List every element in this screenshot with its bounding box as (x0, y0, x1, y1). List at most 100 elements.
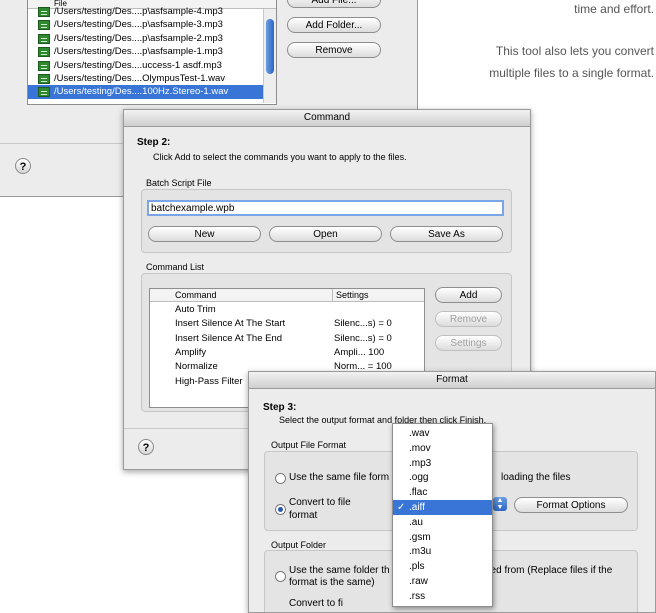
audio-file-icon (38, 33, 50, 44)
audio-file-icon (38, 20, 50, 31)
format-menu-label: .m3u (409, 546, 432, 558)
file-list-row[interactable]: /Users/testing/Des....p\asfsample-4.mp3 (28, 5, 263, 19)
format-menu-item[interactable]: .wav (393, 426, 492, 441)
file-path: /Users/testing/Des....uccess-1 asdf.mp3 (54, 59, 222, 71)
same-format-label: Use the same file form (289, 472, 390, 483)
format-window-title: Format (249, 372, 655, 389)
save-as-button[interactable]: Save As (390, 226, 503, 242)
audio-file-icon (38, 47, 50, 58)
convert-format-label-1: Convert to file (289, 497, 351, 508)
format-menu-item[interactable]: .mov (393, 441, 492, 456)
file-list-scrollbar[interactable] (263, 9, 276, 103)
command-window-title: Command (124, 110, 530, 127)
marketing-line-1: time and effort. (574, 2, 654, 16)
format-menu-item[interactable]: .gsm (393, 530, 492, 545)
file-path: /Users/testing/Des....100Hz.Stereo-1.wav (54, 86, 229, 98)
open-script-button[interactable]: Open (269, 226, 382, 242)
same-format-radio[interactable] (275, 473, 286, 484)
audio-file-icon (38, 74, 50, 84)
audio-file-icon (38, 60, 50, 71)
command-list-row[interactable]: Insert Silence At The End Silenc...s) = 0 (150, 332, 424, 346)
file-path: /Users/testing/Des....p\asfsample-4.mp3 (54, 6, 223, 17)
same-folder-label-b: ded from (Replace files if the (485, 565, 613, 576)
format-options-button[interactable]: Format Options (514, 497, 628, 513)
file-path: /Users/testing/Des....p\asfsample-3.mp3 (54, 19, 223, 31)
new-script-button[interactable]: New (148, 226, 261, 242)
command-list-row[interactable]: Amplify Ampli... 100 (150, 346, 424, 360)
audio-file-icon (38, 87, 50, 98)
file-path: /Users/testing/Des....p\asfsample-1.mp3 (54, 46, 223, 58)
batch-script-input[interactable]: batchexample.wpb (147, 200, 504, 216)
command-list-row[interactable]: Auto Trim (150, 303, 424, 317)
command-settings-button[interactable]: Settings (435, 335, 502, 351)
marketing-line-3: multiple files to a single format. (489, 66, 654, 80)
remove-command-button[interactable]: Remove (435, 311, 502, 327)
convert-format-label-2: format (289, 510, 318, 521)
command-name: Amplify (175, 346, 207, 358)
batch-script-group (141, 189, 512, 253)
format-menu-item[interactable]: .ogg (393, 470, 492, 485)
command-list-header: Command Settings (150, 289, 424, 302)
batch-script-label: Batch Script File (146, 178, 212, 188)
file-path: /Users/testing/Des....p\asfsample-2.mp3 (54, 32, 223, 44)
files-help-button[interactable]: ? (15, 158, 31, 174)
file-list-row[interactable]: /Users/testing/Des....p\asfsample-2.mp3 (28, 32, 263, 46)
checkmark-icon: ✓ (397, 502, 406, 513)
add-file-button[interactable]: Add File... (287, 0, 381, 8)
format-popup-menu[interactable]: .wav .mov .mp3 .ogg .flac ✓ .aiff .au .gsm .m3u .p… (392, 423, 493, 607)
format-menu-item[interactable]: .m3u (393, 544, 492, 559)
format-menu-item[interactable]: .flac (393, 485, 492, 500)
step-2-description: Click Add to select the commands you wan… (153, 152, 407, 162)
command-name: Insert Silence At The Start (175, 318, 286, 330)
command-list-row[interactable]: Insert Silence At The Start Silenc...s) =… (150, 317, 424, 331)
format-menu-item[interactable]: .raw (393, 574, 492, 589)
format-menu-label: .gsm (409, 531, 431, 543)
format-menu-label: .aiff (409, 502, 425, 513)
file-path: /Users/testing/Des....OlympusTest-1.wav (54, 73, 226, 84)
format-menu-label: .raw (409, 576, 428, 587)
format-menu-label: .mp3 (409, 457, 432, 469)
command-name: High-Pass Filter (175, 375, 243, 387)
file-list-row[interactable]: /Users/testing/Des....uccess-1 asdf.mp3 (28, 59, 263, 73)
command-name: Insert Silence At The End (175, 332, 283, 344)
same-folder-radio[interactable] (275, 571, 286, 582)
add-folder-button[interactable]: Add Folder... (287, 17, 381, 33)
audio-file-icon (38, 7, 50, 17)
output-folder-label: Output Folder (271, 540, 327, 550)
command-name: Normalize (175, 361, 218, 373)
step-2-title: Step 2: (137, 137, 171, 148)
convert-format-radio[interactable] (275, 504, 286, 515)
file-list-row[interactable]: /Users/testing/Des....OlympusTest-1.wav (28, 72, 263, 86)
marketing-line-2: This tool also lets you convert (495, 44, 654, 58)
format-menu-label: .au (409, 516, 423, 528)
format-menu-item[interactable]: .pls (393, 559, 492, 574)
same-folder-label-a: Use the same folder th (289, 565, 390, 576)
format-menu-label: .pls (409, 561, 425, 573)
file-list-row[interactable]: /Users/testing/Des....100Hz.Stereo-1.wav (28, 85, 263, 100)
file-list-row[interactable]: /Users/testing/Des....p\asfsample-1.mp3 (28, 45, 263, 59)
command-help-button[interactable]: ? (138, 439, 154, 455)
command-settings-value: Silenc...s) = 0 (334, 332, 392, 344)
command-list-label: Command List (146, 262, 205, 272)
format-menu-item[interactable]: .rss (393, 589, 492, 604)
settings-column-header: Settings (332, 289, 369, 301)
file-list-row[interactable]: /Users/testing/Des....p\asfsample-3.mp3 (28, 18, 263, 32)
format-menu-item[interactable]: ✓ .aiff (393, 500, 492, 515)
format-popup-stepper[interactable]: ▲ ▼ (493, 497, 507, 511)
same-folder-label-c: format is the same) (289, 577, 375, 588)
stepper-down-icon: ▼ (496, 504, 504, 511)
remove-file-button[interactable]: Remove (287, 42, 381, 58)
file-list[interactable]: File /Users/testing/Des....p\asfsample-4… (27, 0, 277, 105)
stepper-up-icon: ▲ (496, 497, 504, 504)
add-command-button[interactable]: Add (435, 287, 502, 303)
command-name: Auto Trim (175, 304, 216, 315)
same-format-label-tail: loading the files (501, 472, 571, 483)
output-format-label: Output File Format (271, 440, 347, 450)
format-menu-label: .rss (409, 590, 426, 602)
format-menu-item[interactable]: .mp3 (393, 456, 492, 471)
format-menu-item[interactable]: .au (393, 515, 492, 530)
command-settings-value: Ampli... 100 (334, 346, 385, 358)
command-column-header: Command (175, 290, 217, 300)
step-3-title: Step 3: (263, 402, 297, 413)
scrollbar-thumb[interactable] (266, 19, 274, 74)
